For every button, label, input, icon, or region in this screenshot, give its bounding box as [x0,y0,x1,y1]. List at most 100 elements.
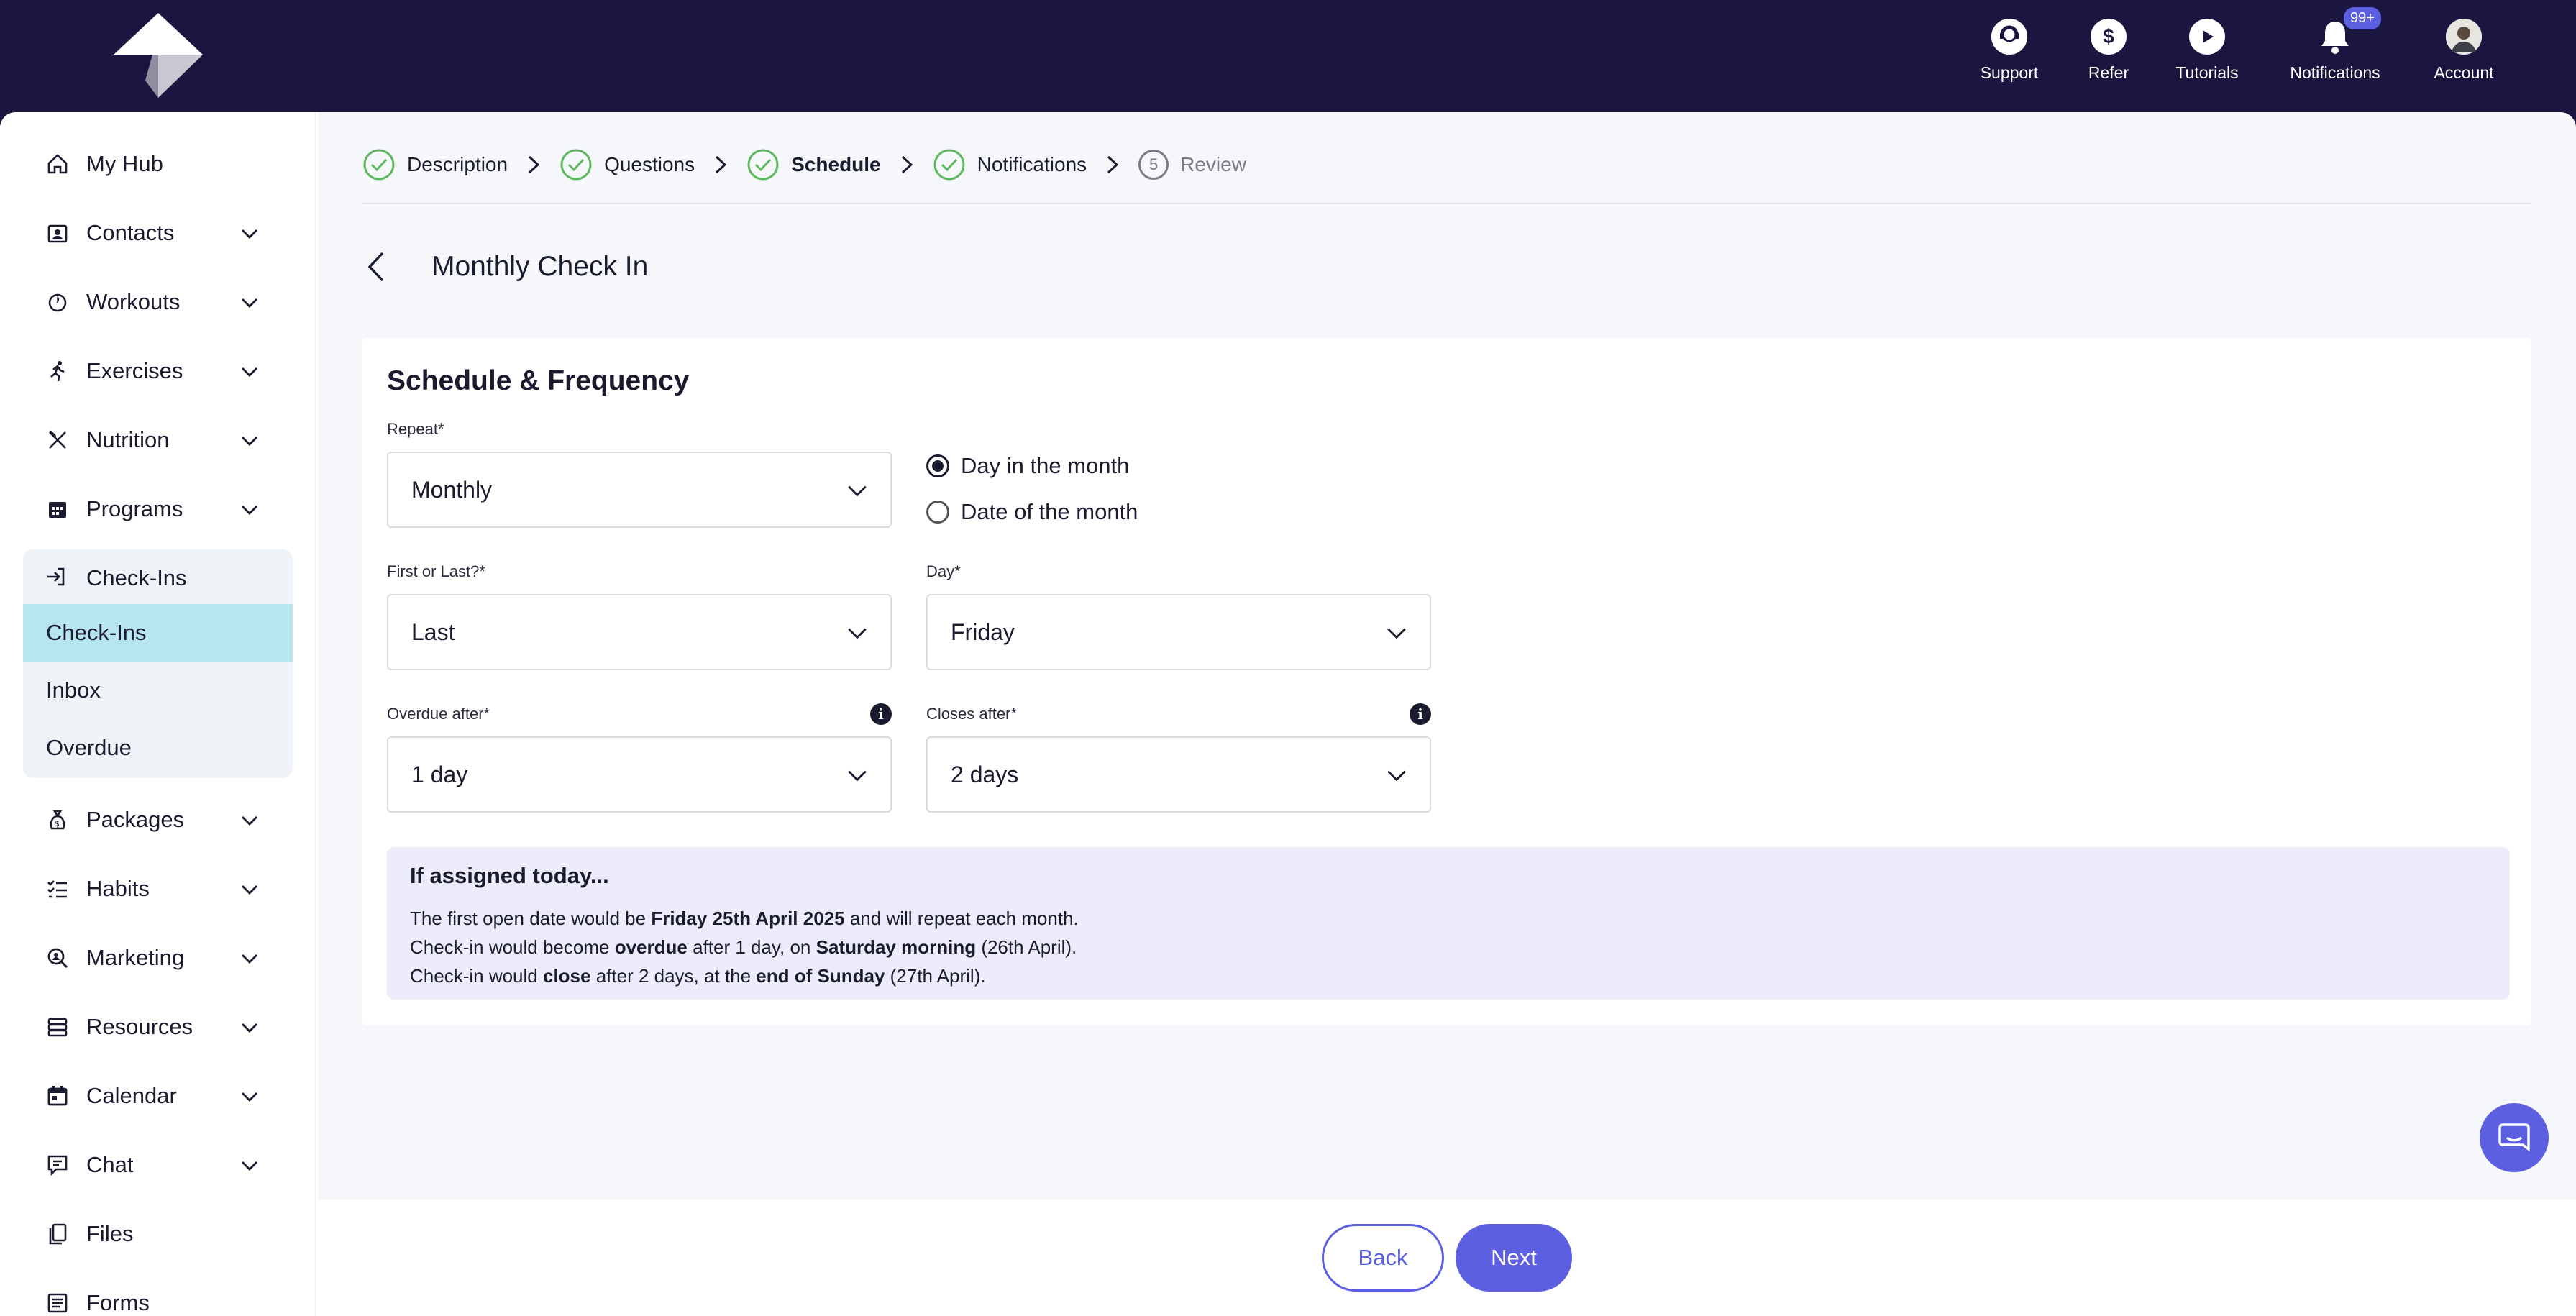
chevron-down-icon [848,485,867,497]
tutorials-button[interactable]: Tutorials [2157,19,2257,83]
chevron-down-icon[interactable] [239,361,260,383]
chevron-down-icon[interactable] [239,810,260,831]
chevron-down-icon[interactable] [239,1086,260,1107]
back-button[interactable]: Back [1322,1224,1444,1292]
workouts-icon [45,289,70,315]
dollar-icon: $ [2091,19,2127,55]
login-icon [45,565,70,591]
info-icon[interactable]: i [1410,703,1431,725]
home-icon [45,151,70,177]
back-arrow-icon[interactable] [362,249,391,285]
sidebar-item-label: Programs [86,496,183,521]
day-value: Friday [951,618,1015,645]
chat-widget-button[interactable] [2480,1103,2549,1172]
sidebar-item-packages[interactable]: $ Packages [45,805,260,834]
step-schedule[interactable]: Schedule [746,148,881,181]
chevron-right-icon [716,155,727,174]
info-icon[interactable]: i [870,703,892,725]
chevron-down-icon[interactable] [239,1155,260,1176]
forms-icon [45,1290,70,1316]
chevron-down-icon [848,770,867,782]
sidebar-item-marketing[interactable]: Marketing [45,943,260,972]
day-select[interactable]: Friday [926,594,1431,670]
assignment-summary: If assigned today... The first open date… [387,847,2510,1000]
chevron-down-icon[interactable] [239,1017,260,1038]
radio-button[interactable] [926,501,949,524]
overdue-after-value: 1 day [411,761,468,787]
app-panel: My Hub Contacts Workouts Exercises Nutri… [0,112,2576,1316]
sidebar-item-label: Calendar [86,1083,177,1108]
repeat-select[interactable]: Monthly [387,452,892,528]
sidebar-item-workouts[interactable]: Workouts [45,288,260,316]
notifications-label: Notifications [2290,63,2380,82]
page-title: Monthly Check In [431,251,649,282]
step-review[interactable]: 5 Review [1138,150,1246,180]
checklist-icon [45,876,70,902]
refer-button[interactable]: $ Refer [2058,19,2159,83]
overdue-after-select[interactable]: 1 day [387,736,892,813]
radio-day-in-month[interactable]: Day in the month [926,453,1129,479]
repeat-value: Monthly [411,476,493,503]
sidebar-item-calendar[interactable]: Calendar [45,1082,260,1110]
account-button[interactable]: Account [2413,19,2514,83]
chevron-down-icon[interactable] [239,292,260,314]
chevron-right-icon [529,155,540,174]
next-button[interactable]: Next [1456,1224,1572,1292]
sidebar-subitem-check-ins[interactable]: Check-Ins [23,604,293,662]
sidebar-item-forms[interactable]: Forms [45,1289,260,1316]
sidebar-item-label: Forms [86,1290,150,1315]
notifications-badge: 99+ [2344,7,2381,29]
chat-icon [45,1152,70,1178]
main-content: Description Questions Schedule Notificat… [318,112,2576,1200]
svg-text:$: $ [55,819,60,828]
support-button[interactable]: Support [1959,19,2060,83]
sidebar-item-label: Contacts [86,220,175,245]
overdue-after-label: Overdue after* [387,705,490,723]
step-questions[interactable]: Questions [559,148,695,181]
play-icon [2189,19,2225,55]
sidebar-subitem-overdue[interactable]: Overdue [23,719,293,777]
radio-date-of-month[interactable]: Date of the month [926,499,1138,525]
chevron-down-icon[interactable] [239,879,260,900]
chevron-down-icon[interactable] [239,499,260,521]
page-header: Monthly Check In [362,249,648,285]
chevron-down-icon[interactable] [239,948,260,969]
repeat-label: Repeat* [387,420,444,438]
sidebar-item-chat[interactable]: Chat [45,1151,260,1179]
closes-after-select[interactable]: 2 days [926,736,1431,813]
brand-logo[interactable] [114,13,203,98]
sidebar-item-label: Packages [86,807,185,832]
closes-after-value: 2 days [951,761,1019,787]
sidebar-subitem-inbox[interactable]: Inbox [23,662,293,719]
sidebar-item-exercises[interactable]: Exercises [45,357,260,385]
sidebar-item-check-ins[interactable]: Check-Ins [45,564,187,593]
support-icon [1991,19,2027,55]
chevron-down-icon[interactable] [239,223,260,245]
summary-title: If assigned today... [410,863,609,888]
sidebar-item-programs[interactable]: Programs [45,495,260,524]
chevron-down-icon[interactable] [239,430,260,452]
sidebar-item-contacts[interactable]: Contacts [45,219,260,247]
first-or-last-label: First or Last?* [387,562,485,580]
checkins-group: Check-Ins Check-Ins Inbox Overdue [23,549,293,778]
first-or-last-select[interactable]: Last [387,594,892,670]
schedule-card: Schedule & Frequency Repeat* Monthly Day… [362,338,2531,1025]
step-label: Schedule [791,153,881,175]
support-label: Support [1980,63,2039,82]
radio-button[interactable] [926,454,949,477]
sidebar-item-habits[interactable]: Habits [45,874,260,903]
sidebar-item-my-hub[interactable]: My Hub [45,150,260,178]
step-notifications[interactable]: Notifications [933,148,1087,181]
stack-icon [45,1014,70,1040]
step-label: Review [1180,153,1246,175]
account-label: Account [2434,63,2494,82]
sidebar-item-nutrition[interactable]: Nutrition [45,426,260,454]
sidebar-item-resources[interactable]: Resources [45,1013,260,1041]
step-description[interactable]: Description [362,148,508,181]
check-circle-icon [560,149,592,181]
chevron-down-icon [1387,770,1406,782]
sidebar-item-files[interactable]: Files [45,1220,260,1248]
notifications-button[interactable]: 99+ Notifications [2285,7,2385,83]
summary-line-open: The first open date would be Friday 25th… [410,908,1079,929]
sidebar: My Hub Contacts Workouts Exercises Nutri… [0,112,316,1316]
